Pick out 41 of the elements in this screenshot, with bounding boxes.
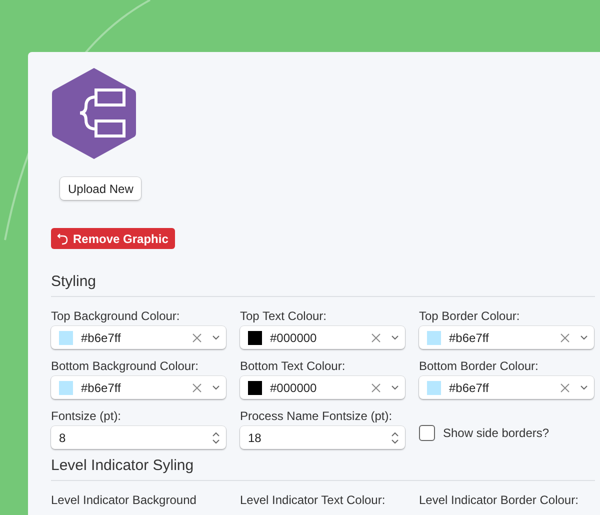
field-label: Bottom Border Colour:	[419, 359, 540, 373]
field-label: Bottom Background Colour:	[51, 359, 200, 373]
field-label: Process Name Fontsize (pt):	[240, 409, 394, 423]
number-input[interactable]: 8	[51, 426, 226, 449]
field-label: Fontsize (pt):	[51, 409, 122, 423]
field-label: Level Indicator Text Colour:	[240, 493, 386, 507]
clear-icon[interactable]	[192, 382, 202, 392]
stepper-icon[interactable]	[391, 430, 399, 444]
chevron-down-icon[interactable]	[212, 385, 220, 390]
clear-icon[interactable]	[371, 332, 381, 342]
clear-icon[interactable]	[192, 332, 202, 342]
field-label: Top Border Colour:	[419, 309, 521, 323]
remove-graphic-button[interactable]: Remove Graphic	[51, 228, 176, 249]
upload-button[interactable]: Upload New	[60, 177, 142, 200]
colour-select[interactable]: #b6e7ff	[419, 326, 594, 349]
checkbox[interactable]	[419, 425, 435, 441]
field-label: Top Text Colour:	[240, 309, 328, 323]
chevron-down-icon[interactable]	[212, 335, 220, 340]
chevron-down-icon[interactable]	[391, 385, 399, 390]
field-label: Top Background Colour:	[51, 309, 181, 323]
hexagon-logo-icon	[50, 66, 138, 161]
field-label: Level Indicator Background	[51, 493, 198, 507]
clear-icon[interactable]	[371, 382, 381, 392]
colour-select[interactable]: #b6e7ff	[51, 376, 226, 399]
clear-icon[interactable]	[560, 332, 570, 342]
number-input[interactable]: 18	[240, 426, 405, 449]
colour-select[interactable]: #b6e7ff	[51, 326, 226, 349]
field-label: Bottom Text Colour:	[240, 359, 346, 373]
section-title: Styling	[51, 273, 595, 297]
chevron-down-icon[interactable]	[391, 335, 399, 340]
colour-select[interactable]: #000000	[240, 326, 405, 349]
undo-icon	[57, 232, 68, 244]
field-label: Level Indicator Border Colour:	[419, 493, 580, 507]
chevron-down-icon[interactable]	[580, 335, 588, 340]
colour-select[interactable]: #b6e7ff	[419, 376, 594, 399]
colour-select[interactable]: #000000	[240, 376, 405, 399]
chevron-down-icon[interactable]	[580, 385, 588, 390]
checkbox-label: Show side borders?	[443, 426, 550, 440]
section-title: Level Indicator Syling	[51, 457, 595, 481]
clear-icon[interactable]	[560, 382, 570, 392]
stepper-icon[interactable]	[212, 430, 220, 444]
